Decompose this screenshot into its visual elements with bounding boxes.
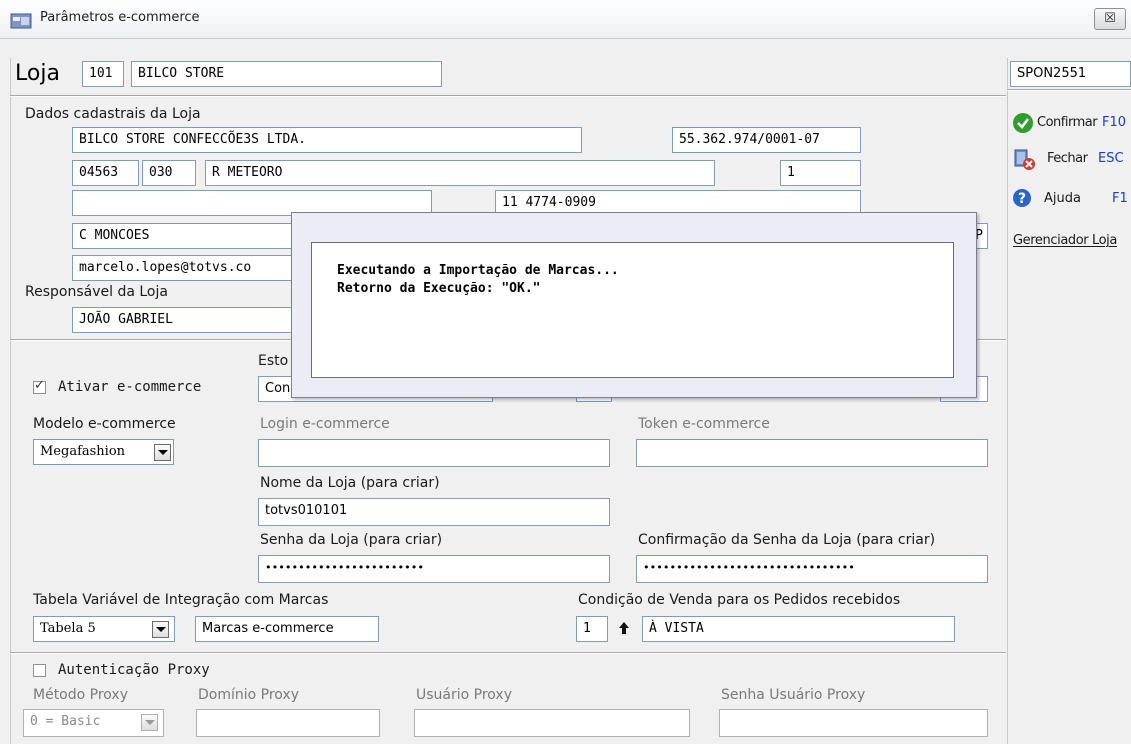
proxy-domain-label: Domínio Proxy (198, 687, 300, 703)
confirm-password-label: Confirmação da Senha da Loja (para criar… (638, 532, 936, 548)
import-progress-dialog: Executando a Importação de Marcas... Ret… (291, 212, 977, 398)
help-label: Ajuda (1044, 191, 1081, 206)
sidebar-code-field[interactable]: SPON2551 (1010, 61, 1131, 87)
dialog-message-area: Executando a Importação de Marcas... Ret… (311, 242, 954, 378)
proxy-auth-checkbox[interactable] (33, 664, 46, 677)
login-label: Login e-commerce (260, 416, 390, 432)
store-manager-link[interactable]: Gerenciador Loja (1013, 233, 1117, 248)
close-button[interactable]: Fechar ESC (1012, 146, 1131, 172)
sale-condition-label: Condição de Venda para os Pedidos recebi… (578, 592, 901, 608)
sale-condition-code-field[interactable]: 1 (576, 616, 608, 642)
proxy-domain-field[interactable] (196, 709, 380, 737)
store-name-create-field[interactable]: totvs010101 (258, 498, 610, 526)
close-door-icon (1014, 149, 1035, 170)
store-name-field[interactable]: BILCO STORE (131, 61, 442, 87)
store-name-create-label: Nome da Loja (para criar) (260, 475, 440, 491)
activate-ecommerce-label: Ativar e-commerce (58, 379, 202, 395)
stock-label: Esto (258, 353, 289, 369)
confirm-password-field[interactable]: •••••••••••••••••••••••••••••••• (636, 555, 988, 583)
proxy-password-label: Senha Usuário Proxy (721, 687, 866, 703)
confirm-check-icon (1013, 113, 1033, 133)
svg-text:?: ? (1018, 191, 1026, 207)
confirm-label: Confirmar (1037, 115, 1098, 130)
close-shortcut: ESC (1098, 151, 1124, 166)
brand-table-dropdown-icon[interactable] (152, 621, 169, 638)
title-bar: Parâmetros e-commerce ☒ (0, 0, 1131, 39)
proxy-password-field[interactable] (719, 709, 988, 737)
cnpj-field[interactable]: 55.362.974/0001-07 (672, 127, 861, 153)
confirm-shortcut: F10 (1102, 115, 1127, 130)
store-label: Loja (15, 61, 60, 86)
brand-table-label: Tabela Variável de Integração com Marcas (33, 592, 329, 608)
login-field[interactable] (258, 439, 610, 467)
responsible-label: Responsável da Loja (25, 284, 168, 300)
number-field[interactable]: 1 (780, 160, 861, 186)
window-close-button[interactable]: ☒ (1094, 8, 1126, 30)
proxy-method-dropdown-icon[interactable] (141, 714, 158, 731)
company-name-field[interactable]: BILCO STORE CONFECCÕE3S LTDA. (72, 127, 582, 153)
help-question-icon: ? (1013, 189, 1031, 207)
token-field[interactable] (636, 439, 988, 467)
help-shortcut: F1 (1112, 191, 1128, 206)
dialog-message-line1: Executando a Importação de Marcas... (337, 263, 619, 278)
store-password-field[interactable]: •••••••••••••••••••••••• (258, 555, 610, 583)
divider-bottom (10, 652, 1006, 654)
close-label: Fechar (1047, 151, 1088, 166)
window-app-icon (10, 13, 32, 29)
street-field[interactable]: R METEORO (205, 160, 715, 186)
proxy-method-label: Método Proxy (33, 687, 128, 703)
model-dropdown-icon[interactable] (154, 444, 171, 461)
token-label: Token e-commerce (638, 416, 770, 432)
divider-top (10, 95, 1006, 97)
cep-suffix-field[interactable]: 030 (142, 160, 196, 186)
brand-table-desc-field[interactable]: Marcas e-commerce (195, 616, 379, 642)
model-label: Modelo e-commerce (33, 416, 176, 432)
sale-condition-desc-field[interactable]: À VISTA (642, 616, 955, 642)
model-select[interactable]: Megafashion (33, 439, 174, 465)
store-data-section-label: Dados cadastrais da Loja (25, 106, 201, 122)
proxy-user-field[interactable] (414, 709, 690, 737)
sale-condition-lookup-icon[interactable] (618, 621, 630, 635)
window-title: Parâmetros e-commerce (40, 10, 200, 25)
proxy-user-label: Usuário Proxy (416, 687, 513, 703)
activate-ecommerce-checkbox[interactable] (33, 378, 46, 394)
dialog-message-line2: Retorno da Execução: "OK." (337, 281, 541, 296)
cep-prefix-field[interactable]: 04563 (72, 160, 139, 186)
sidebar-divider (1007, 89, 1131, 91)
store-password-label: Senha da Loja (para criar) (260, 532, 443, 548)
help-button[interactable]: ? Ajuda F1 (1012, 187, 1131, 211)
proxy-auth-label: Autenticação Proxy (58, 662, 210, 678)
confirm-button[interactable]: Confirmar F10 (1012, 112, 1131, 136)
store-code-field[interactable]: 101 (82, 61, 124, 87)
